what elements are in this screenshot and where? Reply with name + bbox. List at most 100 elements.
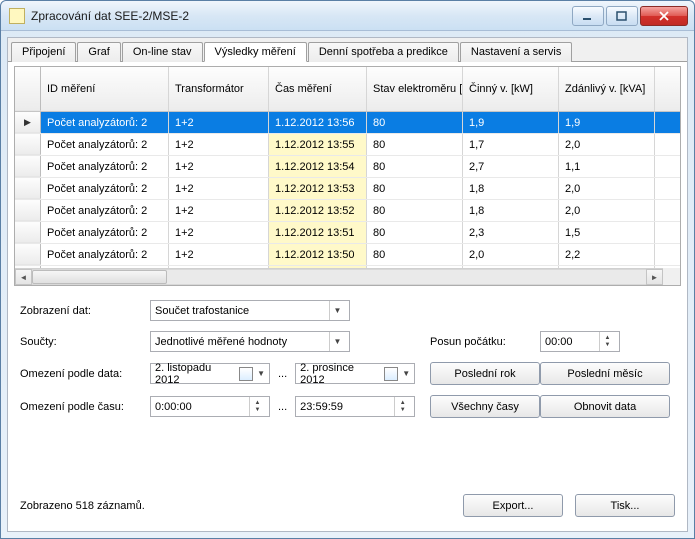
cell-apparent-power: 2,0	[559, 178, 655, 199]
status-text: Zobrazeno 518 záznamů.	[20, 500, 145, 512]
row-header-corner	[15, 67, 41, 111]
tab-results-page: ID měření Transformátor Čas měření Stav …	[8, 62, 687, 531]
col-meter-state[interactable]: Stav elektroměru [kWh]	[367, 67, 463, 111]
col-transformer[interactable]: Transformátor	[169, 67, 269, 111]
cell-time: 1.12.2012 13:55	[269, 134, 367, 155]
tab-v-sledky-m-en-[interactable]: Výsledky měření	[204, 42, 307, 62]
chevron-down-icon: ▼	[402, 369, 410, 378]
window-title: Zpracování dat SEE-2/MSE-2	[31, 9, 570, 23]
calendar-icon	[239, 367, 253, 381]
tab-on-line-stav[interactable]: On-line stav	[122, 42, 203, 62]
filters-form: Zobrazení dat: Součet trafostanice ▼ Sou…	[14, 286, 681, 418]
all-times-button[interactable]: Všechny časy	[430, 395, 540, 418]
date-from-input[interactable]: 2. listopadu 2012 ▼	[150, 363, 270, 384]
print-button[interactable]: Tisk...	[575, 494, 675, 517]
cell-apparent-power: 2,0	[559, 134, 655, 155]
cell-time: 1.12.2012 13:52	[269, 200, 367, 221]
tab-nastaven-a-servis[interactable]: Nastavení a servis	[460, 42, 572, 62]
time-to-value: 23:59:59	[300, 401, 394, 413]
row-header	[15, 156, 41, 177]
cell-time: 1.12.2012 13:56	[269, 112, 367, 133]
tabstrip: PřipojeníGrafOn-line stavVýsledky měření…	[8, 38, 687, 62]
row-header	[15, 244, 41, 265]
titlebar[interactable]: Zpracování dat SEE-2/MSE-2	[1, 1, 694, 31]
time-to-input[interactable]: 23:59:59 ▲▼	[295, 396, 415, 417]
table-row[interactable]: Počet analyzátorů: 21+21.12.2012 13:5580…	[15, 134, 680, 156]
col-id[interactable]: ID měření	[41, 67, 169, 111]
label-date-limit: Omezení podle data:	[20, 368, 150, 380]
chevron-down-icon: ▼	[257, 369, 265, 378]
chevron-down-icon: ▼	[329, 332, 345, 351]
cell-meter-state: 80	[367, 156, 463, 177]
date-from-value: 2. listopadu 2012	[155, 362, 235, 386]
calendar-icon	[384, 367, 398, 381]
tab-p-ipojen-[interactable]: Připojení	[11, 42, 76, 62]
date-to-value: 2. prosince 2012	[300, 362, 380, 386]
range-separator: ...	[276, 401, 289, 413]
cell-meter-state: 80	[367, 178, 463, 199]
last-year-button[interactable]: Poslední rok	[430, 362, 540, 385]
cell-meter-state: 80	[367, 112, 463, 133]
table-row[interactable]: Počet analyzátorů: 21+21.12.2012 13:5080…	[15, 244, 680, 266]
cell-time: 1.12.2012 13:50	[269, 244, 367, 265]
tab-denn-spot-eba-a-predikce[interactable]: Denní spotřeba a predikce	[308, 42, 459, 62]
cell-meter-state: 80	[367, 244, 463, 265]
col-active-power[interactable]: Činný v. [kW]	[463, 67, 559, 111]
cell-transformer: 1+2	[169, 200, 269, 221]
cell-meter-state: 80	[367, 134, 463, 155]
cell-active-power: 2,7	[463, 156, 559, 177]
minimize-button[interactable]	[572, 6, 604, 26]
sums-combo[interactable]: Jednotlivé měřené hodnoty ▼	[150, 331, 350, 352]
cell-active-power: 2,3	[463, 222, 559, 243]
display-value: Součet trafostanice	[155, 305, 249, 317]
spinner-icon[interactable]: ▲▼	[249, 397, 265, 416]
last-month-button[interactable]: Poslední měsíc	[540, 362, 670, 385]
grid-header: ID měření Transformátor Čas měření Stav …	[15, 67, 680, 112]
row-header	[15, 134, 41, 155]
cell-id: Počet analyzátorů: 2	[41, 244, 169, 265]
spinner-icon[interactable]: ▲▼	[394, 397, 410, 416]
cell-meter-state: 80	[367, 200, 463, 221]
label-offset: Posun počátku:	[430, 336, 540, 348]
cell-id: Počet analyzátorů: 2	[41, 222, 169, 243]
label-display: Zobrazení dat:	[20, 305, 150, 317]
cell-transformer: 1+2	[169, 244, 269, 265]
row-header	[15, 178, 41, 199]
time-from-input[interactable]: 0:00:00 ▲▼	[150, 396, 270, 417]
close-button[interactable]	[640, 6, 688, 26]
table-row[interactable]: Počet analyzátorů: 21+21.12.2012 13:5180…	[15, 222, 680, 244]
table-row[interactable]: Počet analyzátorů: 21+21.12.2012 13:5280…	[15, 200, 680, 222]
export-button[interactable]: Export...	[463, 494, 563, 517]
table-row[interactable]: ▶Počet analyzátorů: 21+21.12.2012 13:568…	[15, 112, 680, 134]
scroll-left-icon[interactable]: ◄	[15, 269, 32, 285]
spinner-icon[interactable]: ▲▼	[599, 332, 615, 351]
hscrollbar[interactable]: ◄ ►	[15, 268, 663, 285]
cell-transformer: 1+2	[169, 134, 269, 155]
row-header	[15, 200, 41, 221]
table-row[interactable]: Počet analyzátorů: 21+21.12.2012 13:5480…	[15, 156, 680, 178]
refresh-button[interactable]: Obnovit data	[540, 395, 670, 418]
scroll-track[interactable]	[32, 269, 646, 285]
cell-apparent-power: 1,5	[559, 222, 655, 243]
tab-graf[interactable]: Graf	[77, 42, 120, 62]
cell-transformer: 1+2	[169, 112, 269, 133]
chevron-down-icon: ▼	[329, 301, 345, 320]
cell-active-power: 1,7	[463, 134, 559, 155]
row-header	[15, 222, 41, 243]
client-area: PřipojeníGrafOn-line stavVýsledky měření…	[7, 37, 688, 532]
cell-apparent-power: 1,1	[559, 156, 655, 177]
table-row[interactable]: Počet analyzátorů: 21+21.12.2012 13:5380…	[15, 178, 680, 200]
row-header: ▶	[15, 112, 41, 133]
col-time[interactable]: Čas měření	[269, 67, 367, 111]
offset-input[interactable]: 00:00 ▲▼	[540, 331, 620, 352]
display-combo[interactable]: Součet trafostanice ▼	[150, 300, 350, 321]
scroll-right-icon[interactable]: ►	[646, 269, 663, 285]
date-to-input[interactable]: 2. prosince 2012 ▼	[295, 363, 415, 384]
scroll-thumb[interactable]	[32, 270, 167, 284]
grid-body[interactable]: ▶Počet analyzátorů: 21+21.12.2012 13:568…	[15, 112, 680, 268]
col-apparent-power[interactable]: Zdánlivý v. [kVA]	[559, 67, 655, 111]
cell-id: Počet analyzátorů: 2	[41, 134, 169, 155]
maximize-button[interactable]	[606, 6, 638, 26]
data-grid[interactable]: ID měření Transformátor Čas měření Stav …	[14, 66, 681, 286]
cell-time: 1.12.2012 13:54	[269, 156, 367, 177]
